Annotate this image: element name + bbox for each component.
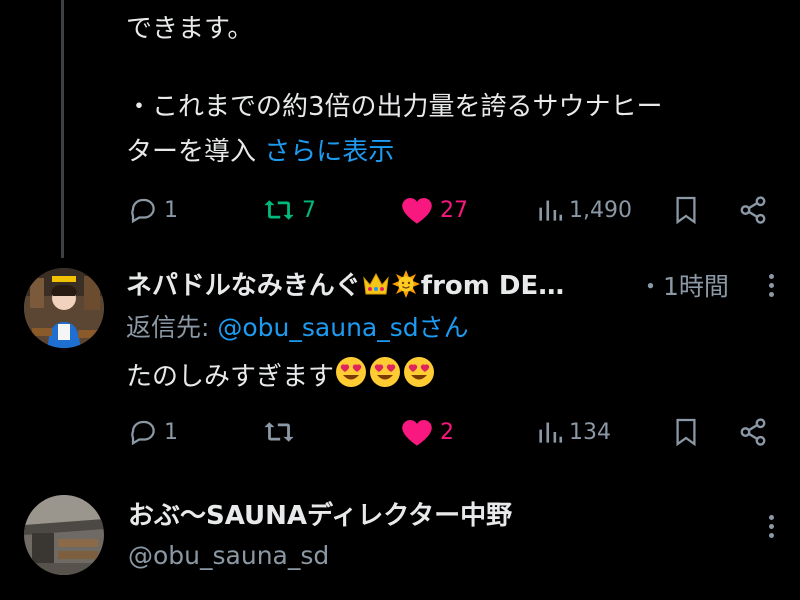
reply-count: 1: [164, 197, 178, 223]
more-icon: [769, 515, 774, 520]
share-icon: [740, 418, 766, 446]
avatar[interactable]: [24, 495, 104, 575]
sun-emoji: [391, 270, 420, 298]
tweet-text-line: たのしみすぎます: [126, 355, 436, 396]
views-count: 1,490: [569, 197, 632, 223]
tweet-text-line: ・これまでの約3倍の出力量を誇るサウナヒー: [126, 92, 663, 122]
reply-icon: [131, 198, 155, 224]
reply-to-line: 返信先: @obu_sauna_sdさん: [126, 310, 469, 346]
display-name-suffix: from DE…: [420, 271, 565, 301]
bookmark-icon: [676, 196, 696, 225]
thread-connector-line: [61, 0, 64, 258]
avatar[interactable]: [24, 268, 104, 348]
more-icon: [769, 533, 774, 538]
reply-button[interactable]: 1: [128, 195, 178, 225]
views-button[interactable]: 134: [537, 417, 611, 447]
retweet-icon: [264, 422, 294, 442]
reply-button[interactable]: 1: [128, 417, 178, 447]
more-options-button[interactable]: [769, 515, 775, 542]
avatar-image: [24, 495, 104, 575]
share-button[interactable]: [738, 417, 768, 447]
tweet-timestamp[interactable]: ・1時間: [638, 270, 729, 304]
views-button[interactable]: 1,490: [537, 195, 632, 225]
share-icon: [740, 196, 766, 224]
heart-eyes-emoji: [404, 357, 435, 387]
views-count: 134: [569, 419, 611, 445]
bookmark-button[interactable]: [674, 195, 698, 225]
like-icon: [402, 197, 432, 224]
more-options-button[interactable]: [769, 274, 775, 301]
heart-eyes-emoji: [370, 357, 401, 387]
retweet-count: 7: [302, 197, 316, 223]
avatar-image: [24, 268, 104, 348]
tweet-text-line: できます。: [126, 14, 254, 44]
bookmark-icon: [676, 418, 696, 447]
display-name[interactable]: ネパドルなみきんぐ from DE…: [126, 268, 564, 304]
reply-to-handle-link[interactable]: @obu_sauna_sdさん: [217, 313, 468, 342]
reply-to-label: 返信先:: [126, 313, 218, 342]
heart-eyes-emoji: [336, 357, 367, 387]
tweet-text-line: ターを導入 さらに表示: [126, 133, 394, 171]
tweet-text: たのしみすぎます: [126, 362, 335, 392]
like-count: 2: [440, 419, 454, 445]
like-button[interactable]: 2: [400, 417, 454, 447]
retweet-button[interactable]: 7: [262, 195, 316, 225]
more-icon: [769, 274, 774, 279]
reply-icon: [131, 420, 155, 446]
display-name[interactable]: おぶ〜SAUNAディレクター中野: [128, 498, 512, 534]
bookmark-button[interactable]: [674, 417, 698, 447]
retweet-button[interactable]: [262, 417, 302, 447]
retweet-icon: [264, 200, 294, 220]
like-count: 27: [440, 197, 468, 223]
more-icon: [769, 292, 774, 297]
tweet-text-fragment: ターを導入: [126, 137, 257, 167]
more-icon: [769, 524, 774, 529]
crown-emoji: [363, 272, 389, 295]
share-button[interactable]: [738, 195, 768, 225]
display-name-text: ネパドルなみきんぐ: [126, 271, 361, 301]
views-icon: [539, 200, 563, 221]
show-more-link[interactable]: さらに表示: [264, 137, 394, 167]
views-icon: [539, 422, 563, 443]
like-button[interactable]: 27: [400, 195, 468, 225]
reply-count: 1: [164, 419, 178, 445]
like-icon: [402, 419, 432, 446]
more-icon: [769, 283, 774, 288]
user-handle[interactable]: @obu_sauna_sd: [128, 538, 329, 574]
